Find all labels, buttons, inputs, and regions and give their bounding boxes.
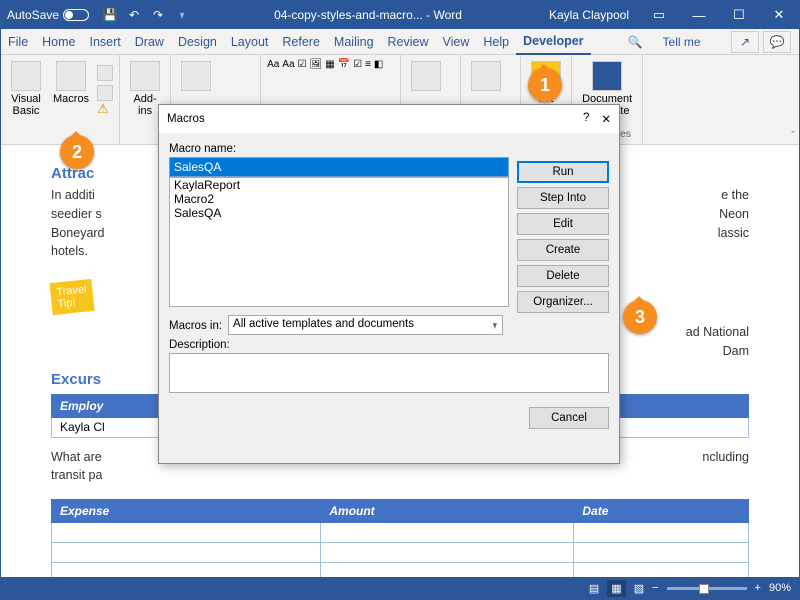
tab-developer[interactable]: Developer (516, 29, 590, 55)
quick-access-toolbar: 💾 ↶ ↷ ▾ (95, 4, 197, 26)
step-into-button[interactable]: Step Into (517, 187, 609, 209)
controls-button[interactable] (177, 59, 215, 93)
description-label: Description: (169, 339, 609, 351)
visual-basic-label: Visual Basic (11, 93, 41, 117)
autosave-toggle[interactable]: AutoSave (1, 8, 95, 22)
zoom-slider[interactable] (667, 587, 747, 590)
addins-label: Add- ins (133, 93, 156, 117)
travel-tip-sticker: Travel Tip! (49, 279, 94, 315)
tab-draw[interactable]: Draw (128, 29, 171, 55)
xml-icon (411, 61, 441, 91)
control-icon[interactable]: Aa (267, 59, 279, 70)
dialog-help-icon[interactable]: ? (583, 112, 589, 126)
block-icon (471, 61, 501, 91)
create-button[interactable]: Create (517, 239, 609, 261)
macros-dialog: Macros ? ✕ Macro name: KaylaReport Macro… (158, 104, 620, 464)
tab-references[interactable]: Refere (275, 29, 327, 55)
controls-icon (181, 61, 211, 91)
autosave-label: AutoSave (7, 8, 59, 22)
record-macro-group: ⚠ (97, 59, 113, 119)
tell-me-search[interactable]: 🔍Tell me (621, 29, 708, 55)
macros-icon (56, 61, 86, 91)
macros-in-value: All active templates and documents (233, 318, 414, 332)
share-button[interactable]: ↗ (731, 31, 759, 53)
list-item[interactable]: Macro2 (170, 192, 508, 206)
xml-button[interactable] (407, 59, 445, 93)
tell-me-label: Tell me (656, 29, 708, 55)
qat-more-icon[interactable]: ▾ (174, 4, 189, 26)
read-mode-icon[interactable]: ▤ (589, 582, 599, 595)
document-title: 04-copy-styles-and-macro... - Word (197, 8, 539, 22)
macro-name-label: Macro name: (169, 143, 609, 155)
body-text: transit pa (51, 466, 749, 485)
title-bar: AutoSave 💾 ↶ ↷ ▾ 04-copy-styles-and-macr… (1, 1, 799, 29)
tab-mailings[interactable]: Mailing (327, 29, 381, 55)
macros-label: Macros (53, 93, 89, 105)
user-name[interactable]: Kayla Claypool (539, 8, 639, 22)
addins-icon (130, 61, 160, 91)
tab-review[interactable]: Review (381, 29, 436, 55)
run-button[interactable]: Run (517, 161, 609, 183)
save-icon[interactable]: 💾 (99, 4, 121, 26)
callout-3: 3 (623, 300, 657, 334)
tab-insert[interactable]: Insert (83, 29, 128, 55)
tab-view[interactable]: View (436, 29, 477, 55)
callout-2: 2 (60, 135, 94, 169)
list-item[interactable]: SalesQA (170, 206, 508, 220)
tab-file[interactable]: File (1, 29, 35, 55)
organizer-button[interactable]: Organizer... (517, 291, 609, 313)
status-bar: ▤ ▦ ▧ − + 90% (1, 577, 799, 599)
minimize-icon[interactable]: — (679, 1, 719, 29)
description-box[interactable] (169, 353, 609, 393)
tab-home[interactable]: Home (35, 29, 82, 55)
collapse-ribbon-icon[interactable]: ˇ (791, 130, 795, 142)
search-icon: 🔍 (621, 29, 650, 55)
dialog-title: Macros (167, 113, 205, 125)
chevron-down-icon: ▾ (493, 318, 497, 332)
visual-basic-button[interactable]: Visual Basic (7, 59, 45, 119)
zoom-level[interactable]: 90% (769, 582, 791, 594)
expense-table: ExpenseAmountDate (51, 499, 749, 577)
tab-help[interactable]: Help (476, 29, 516, 55)
ribbon-tabs: File Home Insert Draw Design Layout Refe… (1, 29, 799, 55)
template-icon (592, 61, 622, 91)
cancel-button[interactable]: Cancel (529, 407, 609, 429)
maximize-icon[interactable]: ☐ (719, 1, 759, 29)
macros-in-dropdown[interactable]: All active templates and documents ▾ (228, 315, 503, 335)
dialog-close-icon[interactable]: ✕ (601, 112, 611, 126)
col-expense: Expense (52, 500, 321, 523)
ribbon-options-icon[interactable]: ▭ (639, 1, 679, 29)
delete-button[interactable]: Delete (517, 265, 609, 287)
list-item[interactable]: KaylaReport (170, 178, 508, 192)
macros-button[interactable]: Macros (49, 59, 93, 119)
zoom-in-icon[interactable]: + (755, 582, 761, 594)
close-icon[interactable]: ✕ (759, 1, 799, 29)
callout-1: 1 (528, 68, 562, 102)
redo-icon[interactable]: ↷ (147, 4, 169, 26)
tab-layout[interactable]: Layout (224, 29, 276, 55)
tab-design[interactable]: Design (171, 29, 224, 55)
block-button[interactable] (467, 59, 505, 93)
control-icon[interactable]: Aa (282, 59, 294, 70)
col-amount: Amount (321, 500, 574, 523)
edit-button[interactable]: Edit (517, 213, 609, 235)
undo-icon[interactable]: ↶ (123, 4, 145, 26)
zoom-out-icon[interactable]: − (652, 582, 658, 594)
col-date: Date (574, 500, 749, 523)
comments-button[interactable]: 💬 (763, 31, 791, 53)
macros-in-label: Macros in: (169, 320, 222, 332)
web-layout-icon[interactable]: ▧ (634, 582, 644, 595)
macro-name-input[interactable] (169, 157, 509, 177)
macro-list[interactable]: KaylaReport Macro2 SalesQA (169, 177, 509, 307)
print-layout-icon[interactable]: ▦ (607, 580, 625, 597)
visual-basic-icon (11, 61, 41, 91)
